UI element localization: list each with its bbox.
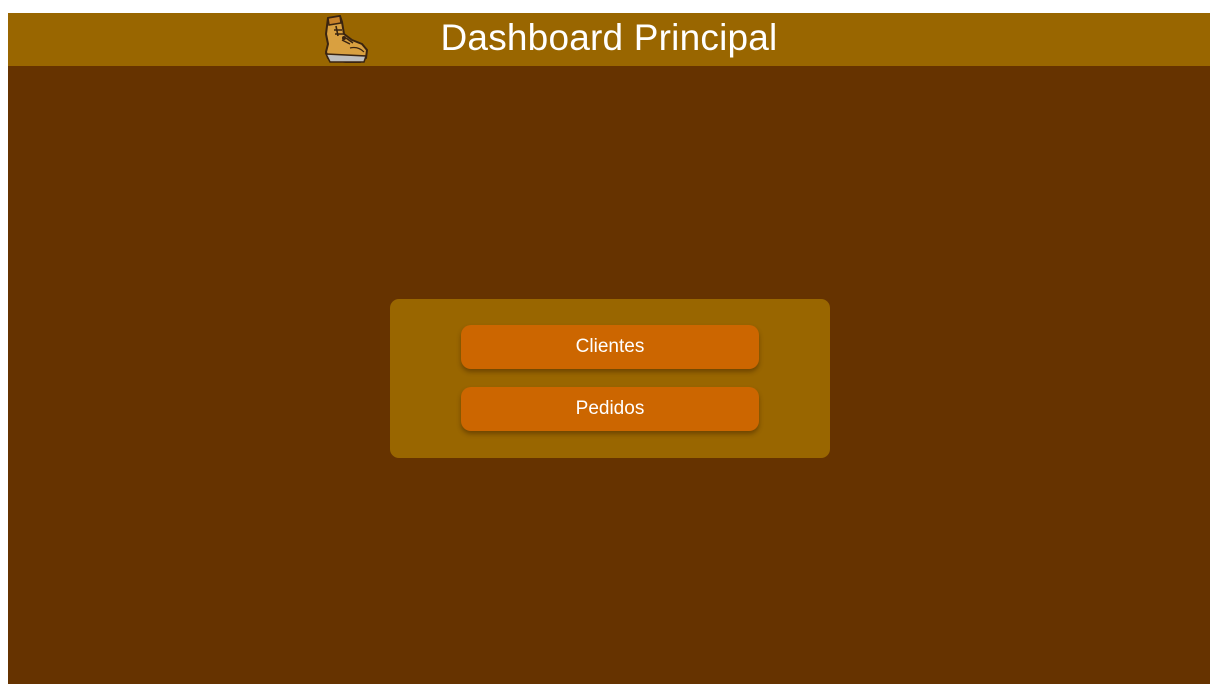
page-title: Dashboard Principal: [440, 16, 778, 58]
pedidos-button[interactable]: Pedidos: [461, 387, 759, 431]
navigation-panel: Clientes Pedidos: [390, 299, 830, 458]
app-viewport: Dashboard Principal Clientes Pedidos: [8, 13, 1210, 684]
header-bar: Dashboard Principal: [8, 13, 1210, 66]
clientes-button[interactable]: Clientes: [461, 325, 759, 369]
boot-icon: [324, 15, 368, 63]
